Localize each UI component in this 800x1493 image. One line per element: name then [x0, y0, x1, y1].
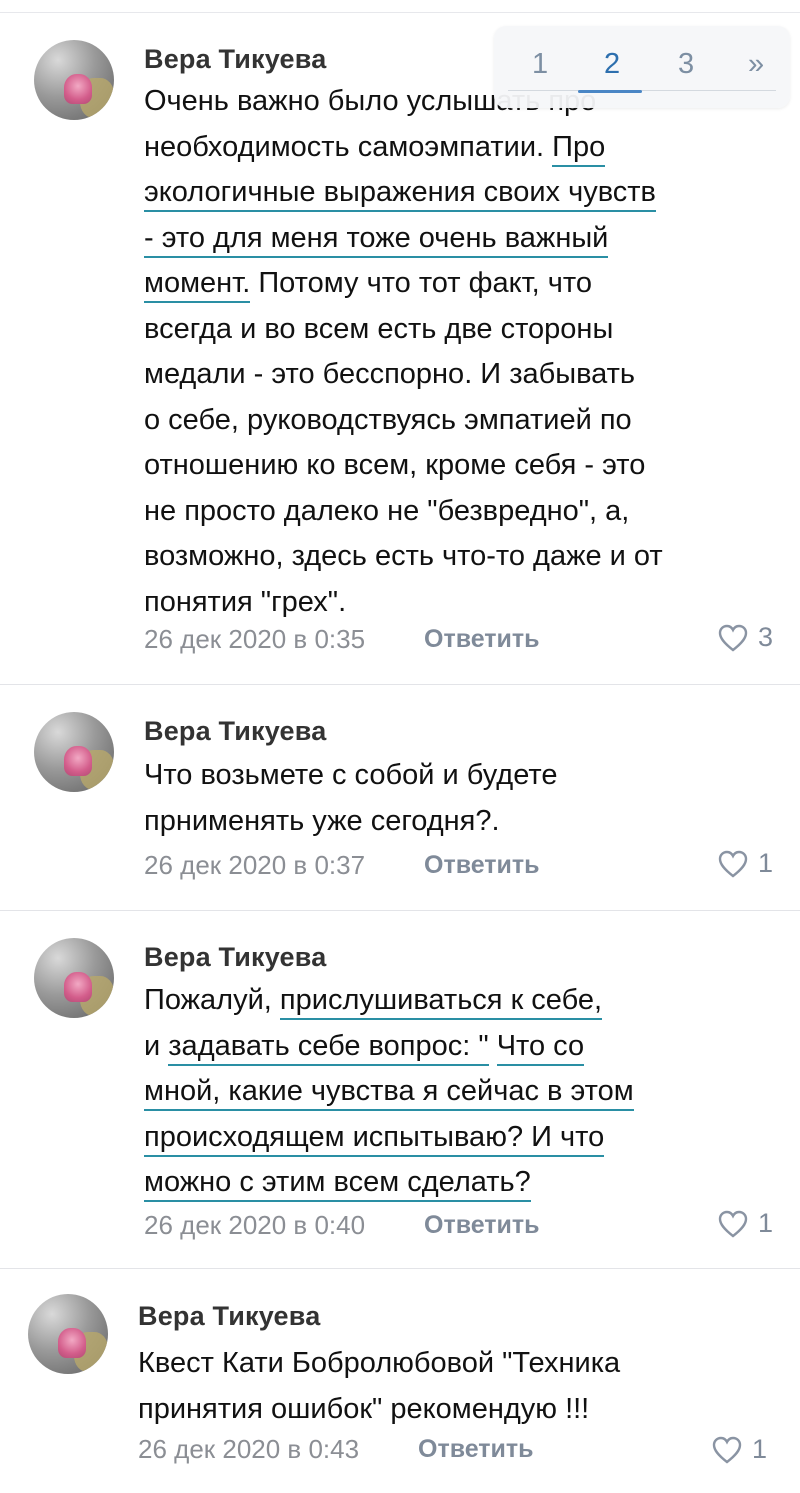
avatar[interactable] [34, 938, 114, 1018]
text-line: происходящем испытываю? И что [144, 1115, 784, 1161]
avatar[interactable] [34, 712, 114, 792]
text-line: отношению ко всем, кроме себя - это [144, 449, 646, 481]
comment-author[interactable]: Вера Тикуева [144, 44, 326, 75]
comment-date[interactable]: 26 дек 2020 в 0:35 [144, 624, 365, 655]
text-line: принятия ошибок" рекомендую !!! [138, 1392, 590, 1425]
avatar[interactable] [28, 1294, 108, 1374]
like-button[interactable]: 1 [712, 1434, 767, 1465]
text-line: Пожалуй, прислушиваться к себе, [144, 978, 784, 1024]
heart-icon [718, 850, 748, 878]
reply-button[interactable]: Ответить [424, 1211, 540, 1240]
comment-author[interactable]: Вера Тикуева [144, 942, 326, 973]
reply-button[interactable]: Ответить [424, 625, 540, 654]
comment-author[interactable]: Вера Тикуева [138, 1301, 320, 1332]
text-line: мной, какие чувства я сейчас в этом [144, 1069, 784, 1115]
like-button[interactable]: 3 [718, 622, 773, 653]
comment-text: Пожалуй, прислушиваться к себе, и задава… [144, 978, 784, 1206]
pagination-track [508, 90, 776, 91]
like-button[interactable]: 1 [718, 848, 773, 879]
text-line: не просто далеко не "безвредно", а, [144, 494, 630, 527]
text-line: Квест Кати Бобролюбовой "Техника [138, 1347, 621, 1379]
comment-text: Квест Кати Бобролюбовой "Техника приняти… [138, 1341, 778, 1432]
page-2-link[interactable]: 2 [604, 48, 620, 81]
comment-date[interactable]: 26 дек 2020 в 0:43 [138, 1434, 359, 1465]
text-line: возможно, здесь есть что-то даже и от [144, 540, 663, 572]
divider [0, 684, 800, 685]
like-count: 1 [758, 848, 774, 878]
text-line: о себе, руководствуясь эмпатией по [144, 403, 632, 436]
pagination-active-indicator [578, 90, 642, 93]
avatar-figure [64, 74, 92, 104]
like-count: 3 [758, 622, 774, 652]
text-line: и задавать себе вопрос: " Что со [144, 1024, 784, 1070]
reply-button[interactable]: Ответить [418, 1435, 534, 1464]
heart-icon [718, 1210, 748, 1238]
avatar-figure [64, 972, 92, 1002]
heart-icon [712, 1436, 742, 1464]
like-count: 1 [758, 1208, 774, 1238]
text-line: всегда и во всем есть две стороны [144, 312, 614, 345]
text-line: медали - это бесспорно. И забывать [144, 358, 636, 390]
text-line: понятия "грех". [144, 585, 347, 618]
text-line: - это для меня тоже очень важный [144, 216, 784, 262]
comment-author[interactable]: Вера Тикуева [144, 716, 326, 747]
page-1-link[interactable]: 1 [532, 48, 548, 81]
text-line: прнименять уже сегодня?. [144, 804, 500, 837]
divider [0, 910, 800, 911]
text-line: можно с этим всем сделать? [144, 1160, 784, 1206]
text-line: момент. Потому что тот факт, что [144, 261, 784, 307]
text-line: экологичные выражения своих чувств [144, 170, 784, 216]
avatar-figure [58, 1328, 86, 1358]
next-pages-icon[interactable]: » [748, 48, 764, 81]
comment-text: Очень важно было услышать про необходимо… [144, 79, 784, 625]
avatar[interactable] [34, 40, 114, 120]
like-count: 1 [752, 1434, 768, 1464]
text-line: Что возьмете с собой и будете [144, 759, 558, 791]
like-button[interactable]: 1 [718, 1208, 773, 1239]
divider [0, 1268, 800, 1269]
top-divider [0, 12, 800, 13]
reply-button[interactable]: Ответить [424, 851, 540, 880]
heart-icon [718, 624, 748, 652]
comment-text: Что возьмете с собой и будете прнименять… [144, 753, 784, 844]
page-3-link[interactable]: 3 [678, 48, 694, 81]
text-line: необходимость самоэмпатии. Про [144, 125, 784, 171]
avatar-figure [64, 746, 92, 776]
comment-date[interactable]: 26 дек 2020 в 0:40 [144, 1210, 365, 1241]
pagination: 1 2 3 » [494, 26, 790, 108]
comment-date[interactable]: 26 дек 2020 в 0:37 [144, 850, 365, 881]
